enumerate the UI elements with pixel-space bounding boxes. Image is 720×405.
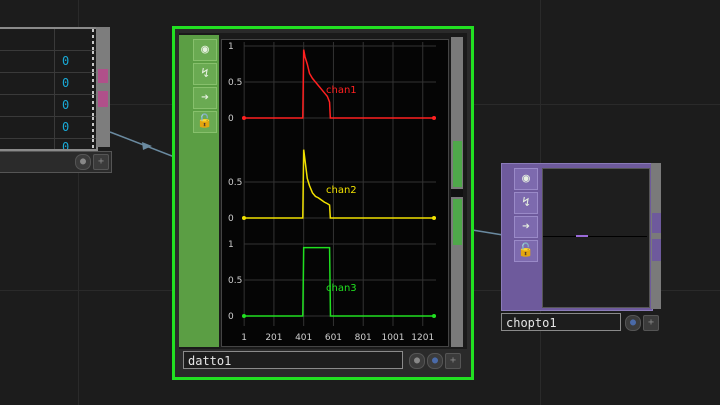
- output-connector[interactable]: [453, 199, 462, 245]
- lock-icon[interactable]: 🔓: [514, 240, 538, 262]
- viewer-icon[interactable]: ◉: [193, 39, 217, 61]
- connector-gap: [451, 189, 463, 197]
- node-name-field[interactable]: datto1: [183, 351, 403, 369]
- y-tick-label: 0: [228, 312, 234, 322]
- bypass-icon[interactable]: ↯: [514, 192, 538, 214]
- plus-icon[interactable]: +: [643, 315, 659, 331]
- y-tick-label: 1: [228, 42, 234, 52]
- series-start-point: [242, 216, 246, 220]
- table-row: [0, 29, 96, 51]
- display-flag-icon[interactable]: ●: [427, 353, 443, 369]
- y-tick-label: 0.5: [228, 178, 242, 188]
- viewer-marker: [576, 235, 588, 237]
- table-row: 0: [0, 51, 96, 73]
- bypass-icon[interactable]: ↯: [193, 63, 217, 85]
- x-tick-label: 601: [325, 333, 342, 343]
- y-tick-label: 0: [228, 114, 234, 124]
- node-flag-strip: ◉ ↯ ➔ 🔓: [179, 35, 219, 347]
- x-tick-label: 401: [295, 333, 312, 343]
- viewer-line: [543, 236, 647, 237]
- series-line-chan2: [244, 149, 436, 219]
- series-line-chan1: [244, 49, 436, 119]
- output-connector[interactable]: [453, 141, 462, 187]
- lock-icon[interactable]: 🔓: [193, 111, 217, 133]
- plus-icon[interactable]: +: [93, 154, 109, 170]
- y-tick-label: 0: [228, 214, 234, 224]
- table-row: 0: [0, 139, 96, 149]
- y-tick-label: 1: [228, 240, 234, 250]
- series-label-chan3: chan3: [326, 283, 357, 294]
- node-scrollbar[interactable]: [96, 27, 110, 147]
- left-dat-node[interactable]: 0 0 0 0 0 ● +: [0, 27, 112, 173]
- cell-value: 0: [62, 140, 70, 149]
- cell-value: 0: [62, 54, 70, 68]
- series-line-chan3: [244, 246, 436, 317]
- cell-value: 0: [62, 98, 70, 112]
- output-connector[interactable]: [652, 239, 661, 261]
- output-connector[interactable]: [98, 91, 108, 107]
- output-connector[interactable]: [652, 213, 661, 233]
- datto-node[interactable]: ◉ ↯ ➔ 🔓 1 0.5 0 chan1 0.5 0 chan2 1 0.5 0 chan3 1 20…: [172, 26, 474, 380]
- cook-arrow-icon[interactable]: ➔: [514, 216, 538, 238]
- table-viewer[interactable]: 0 0 0 0 0: [0, 27, 98, 151]
- series-label-chan2: chan2: [326, 185, 357, 196]
- chop-viewer[interactable]: 1 0.5 0 chan1 0.5 0 chan2 1 0.5 0 chan3 1 201 401 601 8…: [221, 39, 449, 347]
- node-scrollbar[interactable]: [651, 163, 661, 309]
- node-body: ◉ ↯ ➔ 🔓: [501, 163, 653, 311]
- x-tick-label: 1001: [382, 333, 405, 343]
- x-tick-label: 1: [241, 333, 247, 343]
- cook-arrow-icon[interactable]: ➔: [193, 87, 217, 109]
- x-tick-label: 201: [265, 333, 282, 343]
- dat-viewer[interactable]: [542, 168, 650, 308]
- series-start-point: [242, 314, 246, 318]
- series-end-point: [432, 314, 436, 318]
- node-name-field[interactable]: chopto1: [501, 313, 621, 331]
- chart-svg: 10.50chan10.50chan210.50chan31 201 401 601 8…: [228, 42, 436, 343]
- chopto-node[interactable]: ◉ ↯ ➔ 🔓 chopto1 ● +: [501, 163, 661, 333]
- series-end-point: [432, 116, 436, 120]
- series-label-chan1: chan1: [326, 85, 357, 96]
- y-tick-label: 0.5: [228, 78, 242, 88]
- plus-icon[interactable]: +: [445, 353, 461, 369]
- output-connector[interactable]: [98, 69, 108, 83]
- series-end-point: [432, 216, 436, 220]
- display-flag-icon[interactable]: ●: [625, 315, 641, 331]
- x-tick-label: 1201: [411, 333, 434, 343]
- y-tick-label: 0.5: [228, 276, 242, 286]
- table-row: 0: [0, 95, 96, 117]
- node-footer: ● +: [0, 151, 112, 173]
- wire-arrow-icon: [142, 142, 152, 150]
- series-start-point: [242, 116, 246, 120]
- cell-value: 0: [62, 76, 70, 90]
- viewer-toggle-icon[interactable]: ●: [75, 154, 91, 170]
- cell-value: 0: [62, 120, 70, 134]
- viewer-toggle-icon[interactable]: ●: [409, 353, 425, 369]
- x-tick-label: 801: [355, 333, 372, 343]
- table-row: 0: [0, 73, 96, 95]
- table-row: 0: [0, 117, 96, 139]
- viewer-icon[interactable]: ◉: [514, 168, 538, 190]
